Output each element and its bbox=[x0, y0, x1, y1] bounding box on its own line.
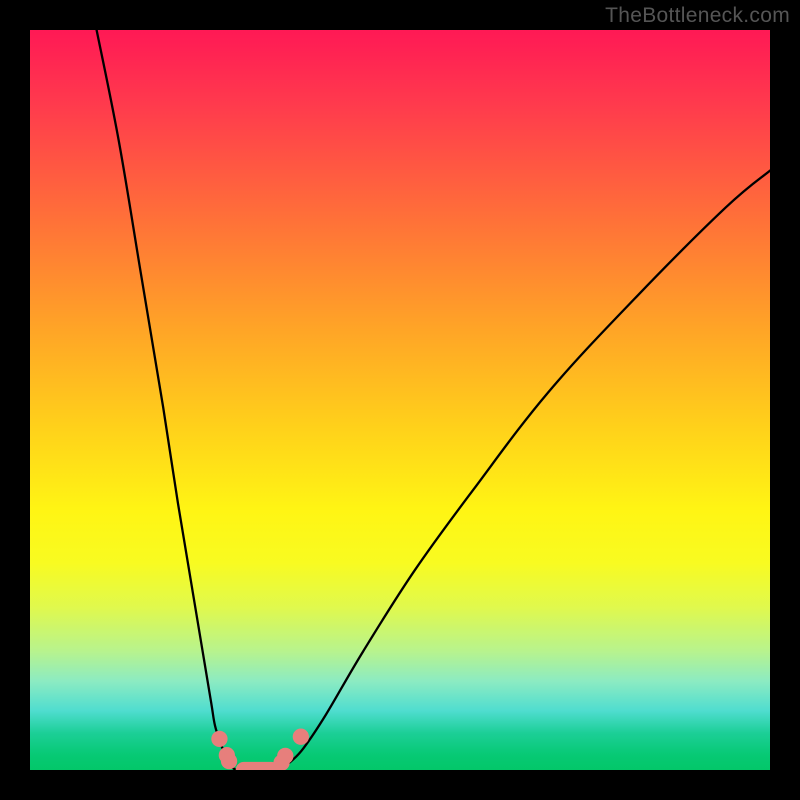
watermark-text: TheBottleneck.com bbox=[605, 4, 790, 28]
valley-marker-segment bbox=[236, 762, 280, 770]
plot-area bbox=[30, 30, 770, 770]
marker-point bbox=[293, 729, 309, 745]
marker-point bbox=[277, 748, 293, 764]
curve-right-branch bbox=[278, 171, 770, 770]
curve-layer bbox=[30, 30, 770, 770]
marker-point bbox=[211, 731, 227, 747]
curve-left-branch bbox=[97, 30, 238, 770]
marker-point bbox=[221, 753, 237, 769]
chart-frame: TheBottleneck.com bbox=[0, 0, 800, 800]
